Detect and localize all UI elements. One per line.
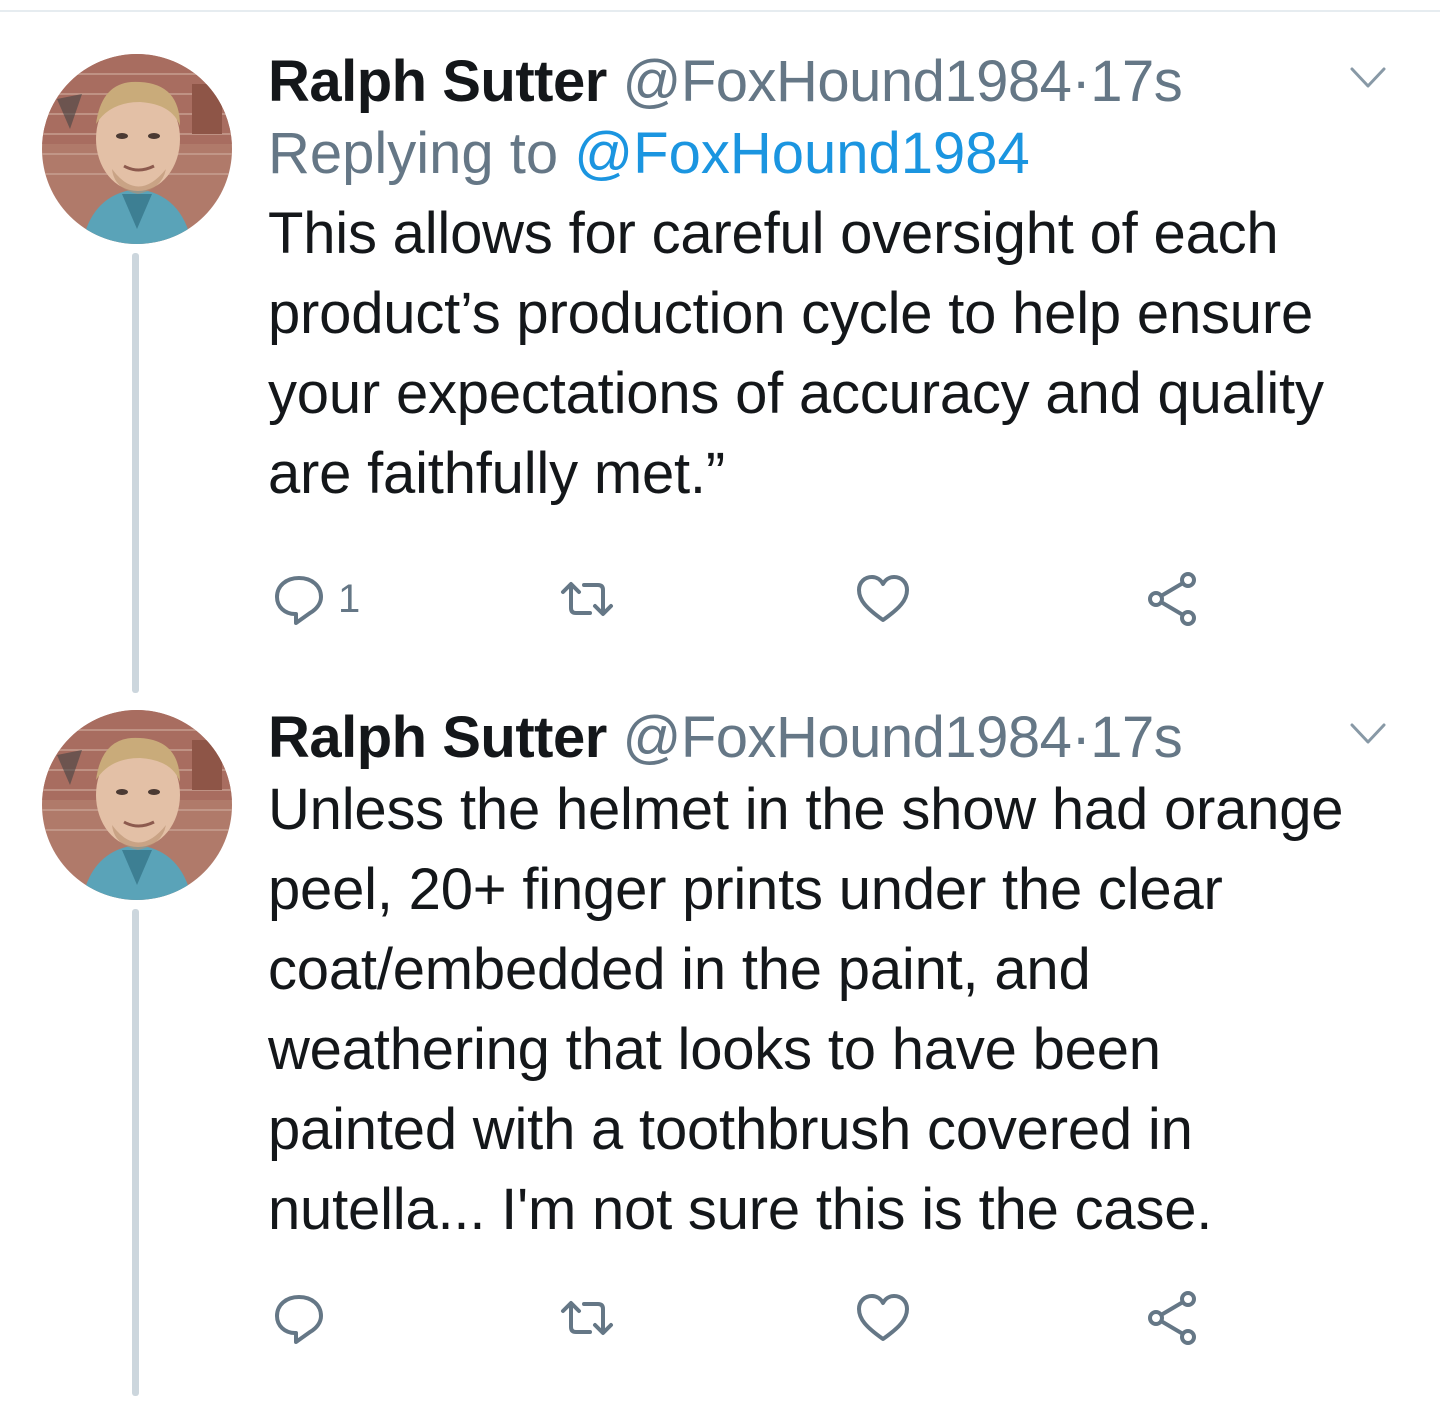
retweet-button[interactable]	[558, 570, 616, 628]
separator-dot: ·	[1071, 49, 1091, 114]
reply-button[interactable]: 1	[270, 570, 360, 628]
share-button[interactable]	[1144, 1289, 1202, 1347]
thread-connector	[132, 253, 139, 693]
author-name[interactable]: Ralph Sutter	[268, 49, 607, 114]
like-button[interactable]	[854, 570, 912, 628]
replying-to: Replying to @FoxHound1984	[268, 114, 1408, 194]
tweet[interactable]: Ralph Sutter @FoxHound1984·17s Replying …	[0, 50, 1440, 693]
tweet[interactable]: Ralph Sutter @FoxHound1984·17s Unless th…	[0, 706, 1440, 1396]
top-divider	[0, 0, 1440, 12]
like-icon	[857, 575, 909, 622]
retweet-icon	[561, 582, 613, 616]
chevron-down-icon[interactable]	[1350, 722, 1386, 746]
author-handle[interactable]: @FoxHound1984	[622, 705, 1072, 770]
avatar[interactable]	[42, 54, 232, 244]
separator-dot: ·	[1071, 705, 1091, 770]
share-icon	[1148, 572, 1196, 626]
tweet-actions	[268, 1289, 1268, 1349]
thread-connector	[132, 909, 139, 1396]
chevron-down-icon[interactable]	[1350, 66, 1386, 90]
retweet-button[interactable]	[558, 1289, 616, 1347]
like-button[interactable]	[854, 1289, 912, 1347]
tweet-header: Ralph Sutter @FoxHound1984·17s	[268, 706, 1408, 770]
tweet-actions: 1	[268, 570, 1268, 630]
retweet-icon	[561, 1301, 613, 1335]
timestamp[interactable]: 17s	[1090, 705, 1183, 770]
share-icon	[1148, 1291, 1196, 1345]
tweet-text: Unless the helmet in the show had orange…	[268, 777, 1344, 1242]
reply-count: 1	[338, 576, 361, 621]
timestamp[interactable]: 17s	[1090, 49, 1183, 114]
tweet-text: This allows for careful oversight of eac…	[268, 201, 1324, 506]
like-icon	[857, 1294, 909, 1341]
reply-icon	[275, 576, 323, 625]
share-button[interactable]	[1144, 570, 1202, 628]
reply-button[interactable]	[270, 1289, 338, 1347]
reply-mention-link[interactable]: @FoxHound1984	[574, 121, 1030, 186]
tweet-header: Ralph Sutter @FoxHound1984·17s	[268, 50, 1408, 114]
author-handle[interactable]: @FoxHound1984	[622, 49, 1072, 114]
avatar[interactable]	[42, 710, 232, 900]
replying-prefix: Replying to	[268, 121, 575, 186]
reply-icon	[275, 1295, 323, 1344]
author-name[interactable]: Ralph Sutter	[268, 705, 607, 770]
